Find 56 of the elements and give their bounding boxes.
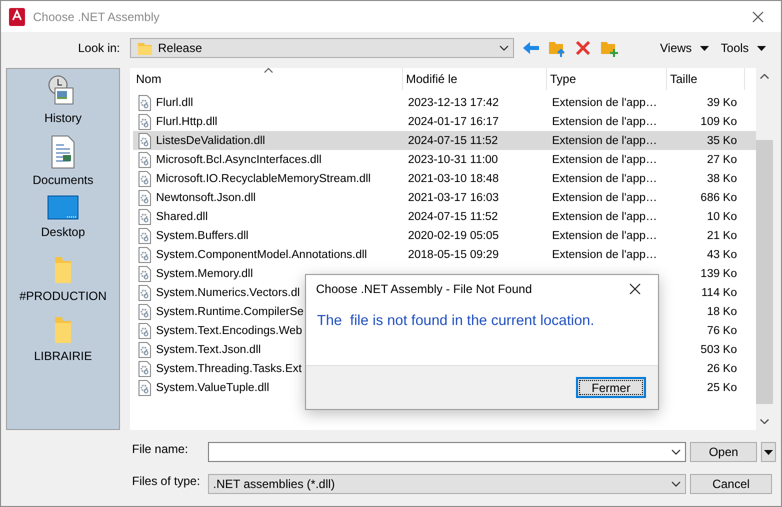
modified-date: 2021-03-10 18:48 xyxy=(408,172,499,184)
file-name: Flurl.dll xyxy=(156,96,194,108)
file-name: System.Text.Encodings.Web xyxy=(156,324,302,336)
file-name: System.Threading.Tasks.Ext xyxy=(156,362,302,374)
file-name: System.Text.Json.dll xyxy=(156,344,261,356)
file-name: System.Buffers.dll xyxy=(156,230,248,242)
field-label: File name: xyxy=(132,442,190,456)
file-name: System.ComponentModel.Annotations.dll xyxy=(156,248,367,260)
file-size: 18 Ko xyxy=(706,306,737,318)
file-size: 25 Ko xyxy=(706,382,737,394)
modified-date: 2020-02-19 05:05 xyxy=(408,230,499,242)
file-size: 10 Ko xyxy=(706,210,737,222)
file-size: 43 Ko xyxy=(706,248,737,260)
file-type: Extension de l'app… xyxy=(552,192,658,204)
file-type: Extension de l'app… xyxy=(552,116,658,128)
window-title: Choose .NET Assembly xyxy=(33,10,160,24)
field-label: Look in: xyxy=(76,41,120,55)
file-type: Extension de l'app… xyxy=(552,210,658,222)
modified-date: 2024-07-15 11:52 xyxy=(408,134,498,146)
modified-date: 2024-07-15 11:52 xyxy=(408,210,498,222)
file-size: 39 Ko xyxy=(706,96,737,108)
file-name: System.ValueTuple.dll xyxy=(156,382,270,394)
file-name: System.Runtime.CompilerSe xyxy=(156,306,304,318)
file-size: 139 Ko xyxy=(700,268,737,280)
file-type: Extension de l'app… xyxy=(552,154,658,166)
file-size: 503 Ko xyxy=(700,344,737,356)
file-size: 114 Ko xyxy=(701,286,737,298)
file-size: 76 Ko xyxy=(706,324,737,336)
modified-date: 2023-10-31 11:00 xyxy=(408,154,498,166)
file-size: 109 Ko xyxy=(700,116,737,128)
file-name: Microsoft.IO.RecyclableMemoryStream.dll xyxy=(156,172,371,184)
dialog-title: Choose .NET Assembly - File Not Found xyxy=(316,282,533,296)
modified-date: 2023-12-13 17:42 xyxy=(408,96,499,108)
file-type: Extension de l'app… xyxy=(552,96,658,108)
file-name: ListesDeValidation.dll xyxy=(156,134,266,146)
file-size: 35 Ko xyxy=(706,134,737,146)
modified-date: 2024-01-17 16:17 xyxy=(408,116,499,128)
file-name: Newtonsoft.Json.dll xyxy=(156,192,256,204)
file-type: Extension de l'app… xyxy=(552,134,658,146)
file-name: Flurl.Http.dll xyxy=(156,116,218,128)
alert-message: The file is not found in the current location. xyxy=(317,313,594,329)
file-size: 27 Ko xyxy=(706,154,737,166)
file-type: Extension de l'app… xyxy=(552,172,658,184)
file-size: 686 Ko xyxy=(700,192,737,204)
modified-date: 2021-03-17 16:03 xyxy=(408,192,499,204)
file-type: Extension de l'app… xyxy=(552,230,658,242)
file-name: System.Numerics.Vectors.dl xyxy=(156,286,300,298)
file-size: 26 Ko xyxy=(706,362,737,374)
file-type: Extension de l'app… xyxy=(552,248,658,260)
file-name: Microsoft.Bcl.AsyncInterfaces.dll xyxy=(156,154,322,166)
field-label: Files of type: xyxy=(132,474,202,488)
file-size: 38 Ko xyxy=(706,172,737,184)
file-size: 21 Ko xyxy=(706,230,737,242)
file-name: Shared.dll xyxy=(156,210,208,222)
modified-date: 2018-05-15 09:29 xyxy=(408,248,499,260)
file-name: System.Memory.dll xyxy=(156,268,253,280)
